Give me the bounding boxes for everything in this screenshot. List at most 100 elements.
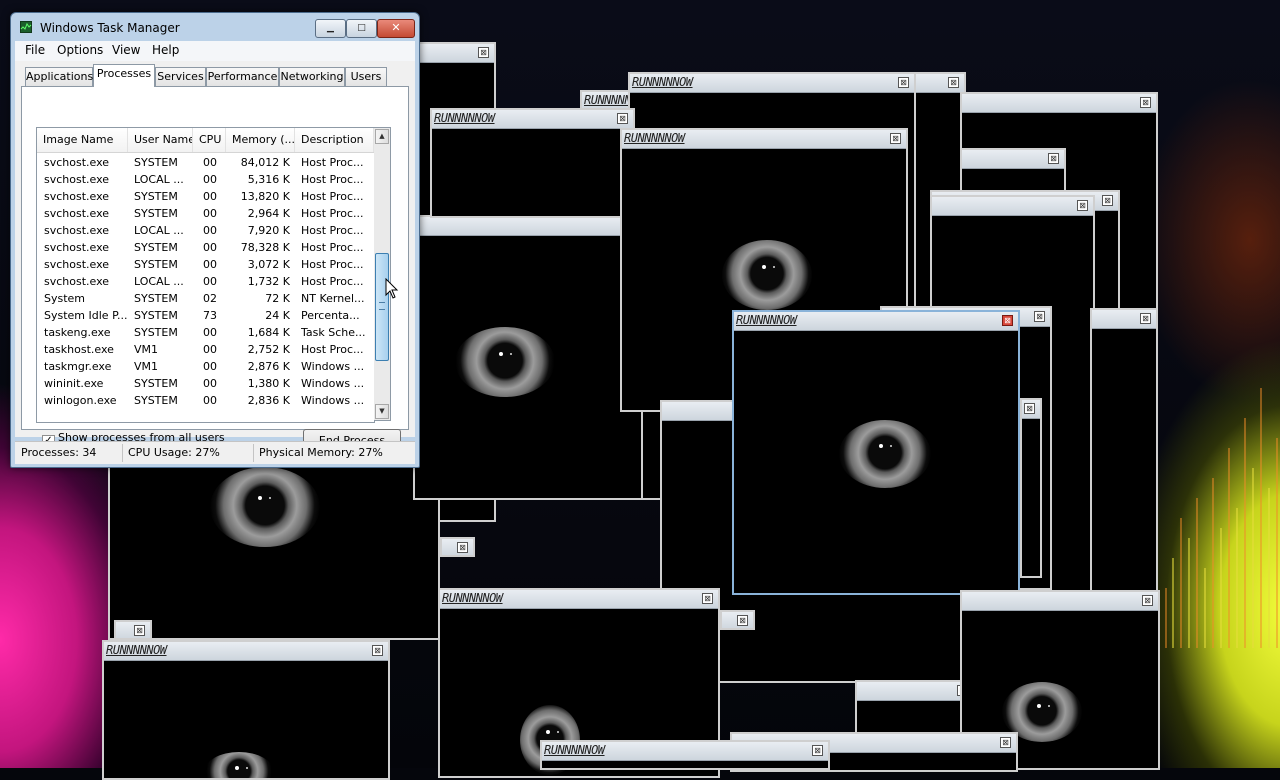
process-user-cell: SYSTEM	[134, 241, 178, 254]
minimize-button[interactable]: ▁	[315, 19, 346, 38]
popup-title-bar[interactable]: ⊠	[415, 217, 641, 236]
eye-popup-window[interactable]: ⊠	[720, 610, 755, 630]
process-desc-cell: Host Proc...	[301, 258, 364, 271]
process-name-cell: wininit.exe	[44, 377, 104, 390]
process-row[interactable]: svchost.exe LOCAL ... 00 1,732 K Host Proc..…	[37, 273, 374, 290]
popup-close-icon[interactable]: ⊠	[1102, 195, 1113, 206]
popup-close-icon[interactable]: ⊠	[617, 113, 628, 124]
popup-title-bar[interactable]: ⊠	[962, 592, 1158, 611]
process-row[interactable]: taskmgr.exe VM1 00 2,876 K Windows ...	[37, 358, 374, 375]
popup-title-bar[interactable]: ⊠	[1022, 400, 1040, 419]
popup-close-icon[interactable]: ⊠	[890, 133, 901, 144]
popup-title-bar[interactable]: RUNNNNNOW ⊠	[104, 642, 388, 661]
menu-help[interactable]: Help	[152, 43, 179, 57]
eye-popup-window[interactable]: RUNNNNNOW ⊠	[430, 108, 635, 218]
popup-title-bar[interactable]: RUNNNNNOW ⊠	[622, 130, 906, 149]
close-button[interactable]: ✕	[377, 19, 415, 38]
popup-title-bar[interactable]: ⊠	[932, 197, 1093, 216]
process-row[interactable]: svchost.exe LOCAL ... 00 7,920 K Host Proc..…	[37, 222, 374, 239]
eye-popup-window[interactable]: ⊠	[440, 537, 475, 557]
popup-title-bar[interactable]: ⊠	[857, 682, 973, 701]
eye-popup-window[interactable]: ⊠	[114, 620, 152, 640]
popup-title-bar[interactable]: ⊠	[1092, 310, 1156, 329]
eye-popup-window[interactable]: RUNNNNNOW ⊠	[102, 640, 390, 780]
popup-close-icon[interactable]: ⊠	[1140, 313, 1151, 324]
process-row[interactable]: svchost.exe LOCAL ... 00 5,316 K Host Proc..…	[37, 171, 374, 188]
task-manager-window[interactable]: Windows Task Manager ▁ □ ✕ File Options …	[10, 12, 420, 468]
process-row[interactable]: svchost.exe SYSTEM 00 78,328 K Host Proc...	[37, 239, 374, 256]
popup-close-icon[interactable]: ⊠	[457, 542, 468, 553]
popup-close-icon[interactable]: ⊠	[1048, 153, 1059, 164]
popup-close-icon[interactable]: ⊠	[1142, 595, 1153, 606]
menu-file[interactable]: File	[25, 43, 45, 57]
popup-close-icon[interactable]: ⊠	[372, 645, 383, 656]
process-name-cell: System	[44, 292, 86, 305]
eye-popup-window[interactable]: ⊠	[1090, 308, 1158, 593]
popup-title-bar[interactable]: ⊠	[722, 612, 753, 628]
popup-close-icon[interactable]: ⊠	[478, 47, 489, 58]
tab-applications[interactable]: Applications	[25, 67, 93, 86]
process-row[interactable]: svchost.exe SYSTEM 00 3,072 K Host Proc...	[37, 256, 374, 273]
status-bar: Processes: 34 CPU Usage: 27% Physical Me…	[15, 441, 415, 464]
column-memory[interactable]: Memory (...	[226, 128, 295, 152]
popup-title: RUNNNNNOW	[632, 75, 693, 89]
popup-close-icon[interactable]: ⊠	[1077, 200, 1088, 211]
scroll-up-arrow-icon[interactable]: ▲	[375, 129, 389, 144]
eye-popup-window[interactable]: ⊠	[855, 680, 975, 740]
maximize-button[interactable]: □	[346, 19, 377, 38]
popup-close-icon[interactable]: ⊠	[1000, 737, 1011, 748]
popup-close-icon[interactable]: ⊠	[737, 615, 748, 626]
popup-close-icon[interactable]: ⊠	[812, 745, 823, 756]
process-row[interactable]: winlogon.exe SYSTEM 00 2,836 K Windows ...	[37, 392, 374, 409]
popup-title-bar[interactable]: RUNNNNNOW ⊠	[542, 742, 828, 761]
eye-popup-window[interactable]: ⊠	[1020, 398, 1042, 578]
popup-title-bar[interactable]: RUNNNNNOW ⊠	[440, 590, 718, 609]
tab-performance[interactable]: Performance	[206, 67, 279, 86]
process-user-cell: SYSTEM	[134, 156, 178, 169]
process-list-scrollbar[interactable]: ▲ ▼	[374, 127, 391, 421]
process-row[interactable]: taskhost.exe VM1 00 2,752 K Host Proc...	[37, 341, 374, 358]
process-row[interactable]: svchost.exe SYSTEM 00 84,012 K Host Proc...	[37, 154, 374, 171]
process-row[interactable]: taskeng.exe SYSTEM 00 1,684 K Task Sche...	[37, 324, 374, 341]
popup-title-bar[interactable]: RUNNNNNOW ⊠	[432, 110, 633, 129]
popup-close-icon[interactable]: ⊠	[1140, 97, 1151, 108]
menu-options[interactable]: Options	[57, 43, 103, 57]
process-row[interactable]: wininit.exe SYSTEM 00 1,380 K Windows ...	[37, 375, 374, 392]
popup-title-bar[interactable]: ⊠	[442, 539, 473, 555]
popup-title-bar[interactable]: RUNNNNNOW ⊠	[630, 74, 914, 93]
popup-close-icon[interactable]: ⊠	[898, 77, 909, 88]
tab-processes[interactable]: Processes	[93, 64, 155, 87]
tab-services[interactable]: Services	[155, 67, 206, 86]
popup-title-bar[interactable]: RUNNNNNOW ⊠	[734, 312, 1018, 331]
process-row[interactable]: System Idle P... SYSTEM 73 24 K Percenta...	[37, 307, 374, 324]
popup-title-bar[interactable]: ⊠	[116, 622, 150, 638]
menu-view[interactable]: View	[112, 43, 140, 57]
popup-close-icon[interactable]: ⊠	[134, 625, 145, 636]
popup-title-bar[interactable]: ⊠	[962, 150, 1064, 169]
process-row[interactable]: System SYSTEM 02 72 K NT Kernel...	[37, 290, 374, 307]
window-title: Windows Task Manager	[40, 21, 180, 35]
column-image-name[interactable]: ^ Image Name	[37, 128, 128, 152]
column-cpu[interactable]: CPU	[193, 128, 226, 152]
sort-ascending-icon: ^	[80, 135, 86, 143]
column-description[interactable]: Description	[295, 128, 374, 152]
popup-title-bar[interactable]: ⊠	[962, 94, 1156, 113]
process-row[interactable]: svchost.exe SYSTEM 00 2,964 K Host Proc...	[37, 205, 374, 222]
popup-close-icon[interactable]: ⊠	[1002, 315, 1013, 326]
popup-close-icon[interactable]: ⊠	[1034, 311, 1045, 322]
tab-networking[interactable]: Networking	[279, 67, 345, 86]
process-user-cell: SYSTEM	[134, 309, 178, 322]
process-row[interactable]: svchost.exe SYSTEM 00 13,820 K Host Proc...	[37, 188, 374, 205]
tab-users[interactable]: Users	[345, 67, 387, 86]
scroll-down-arrow-icon[interactable]: ▼	[375, 404, 389, 419]
eye-popup-window[interactable]: ⊠	[413, 215, 643, 500]
scroll-thumb[interactable]	[375, 253, 389, 361]
eye-popup-window[interactable]: RUNNNNNOW ⊠	[540, 740, 830, 770]
eye-popup-window[interactable]: RUNNNNNOW ⊠	[732, 310, 1020, 595]
popup-close-icon[interactable]: ⊠	[948, 77, 959, 88]
popup-close-icon[interactable]: ⊠	[1024, 403, 1035, 414]
process-user-cell: SYSTEM	[134, 394, 178, 407]
popup-close-icon[interactable]: ⊠	[702, 593, 713, 604]
process-list[interactable]: ^ Image Name User Name CPU Memory (... D…	[36, 127, 375, 423]
column-user-name[interactable]: User Name	[128, 128, 193, 152]
